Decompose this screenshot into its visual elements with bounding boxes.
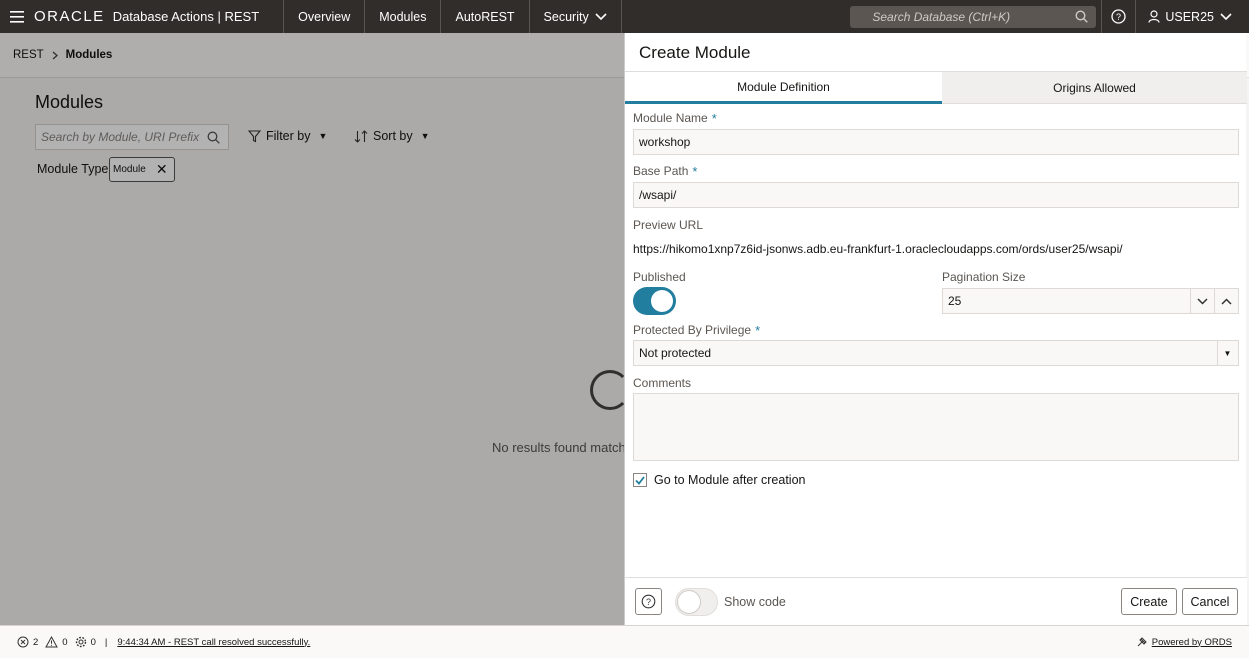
caret-down-icon: ▼ bbox=[1217, 340, 1233, 366]
pagination-size-label: Pagination Size bbox=[942, 270, 1026, 284]
database-search-input[interactable]: Search Database (Ctrl+K) bbox=[850, 5, 1097, 28]
privilege-value: Not protected bbox=[639, 346, 712, 360]
privilege-label-text: Protected By Privilege bbox=[633, 323, 752, 337]
drawer-footer: ? Show code Create Cancel bbox=[625, 577, 1247, 625]
base-path-label-text: Base Path bbox=[633, 164, 689, 178]
drawer-title: Create Module bbox=[639, 43, 751, 62]
database-search-placeholder: Search Database (Ctrl+K) bbox=[872, 9, 1011, 24]
user-icon bbox=[1148, 10, 1160, 23]
nav-autorest[interactable]: AutoREST bbox=[441, 0, 530, 33]
nav-security-label: Security bbox=[543, 9, 589, 24]
top-bar: ORACLE Database Actions | REST Overview … bbox=[0, 0, 1249, 33]
warning-count-value: 0 bbox=[62, 636, 68, 648]
create-button-label: Create bbox=[1130, 594, 1168, 609]
tab-module-definition-label: Module Definition bbox=[737, 79, 830, 94]
search-icon bbox=[1075, 10, 1089, 23]
help-icon: ? bbox=[641, 594, 656, 609]
oracle-logo: ORACLE bbox=[34, 8, 105, 25]
preview-url-label: Preview URL bbox=[633, 218, 704, 232]
create-button[interactable]: Create bbox=[1121, 588, 1177, 615]
toggle-knob bbox=[651, 290, 673, 312]
error-icon bbox=[17, 636, 29, 648]
increment-button[interactable] bbox=[1214, 289, 1238, 313]
required-mark: * bbox=[692, 164, 698, 179]
brand: ORACLE Database Actions | REST bbox=[34, 0, 285, 33]
checkmark-icon bbox=[635, 475, 645, 485]
nav-security[interactable]: Security bbox=[530, 0, 622, 33]
tab-origins-allowed-label: Origins Allowed bbox=[1053, 80, 1136, 95]
nav-overview-label: Overview bbox=[298, 9, 351, 24]
chevron-down-icon bbox=[1220, 12, 1232, 20]
error-count-value: 2 bbox=[33, 636, 39, 648]
published-toggle[interactable] bbox=[633, 287, 676, 315]
svg-text:?: ? bbox=[1116, 12, 1121, 22]
preview-url-value: https://hikomo1xnp7z6id-jsonws.adb.eu-fr… bbox=[633, 242, 1123, 256]
warning-icon bbox=[45, 636, 59, 648]
user-menu-button[interactable]: USER25 bbox=[1135, 0, 1249, 33]
comments-label: Comments bbox=[633, 376, 692, 390]
decrement-button[interactable] bbox=[1190, 289, 1214, 313]
goto-module-checkbox[interactable] bbox=[633, 473, 647, 487]
svg-text:?: ? bbox=[646, 597, 651, 607]
powered-by-link[interactable]: Powered by ORDS bbox=[1136, 636, 1232, 648]
module-name-input[interactable]: workshop bbox=[633, 129, 1239, 155]
menu-icon[interactable] bbox=[0, 0, 34, 33]
module-name-label-text: Module Name bbox=[633, 111, 708, 125]
show-code-toggle[interactable] bbox=[675, 588, 718, 616]
settings-count[interactable]: 0 bbox=[75, 636, 96, 648]
cancel-button[interactable]: Cancel bbox=[1182, 588, 1238, 615]
ords-icon bbox=[1137, 637, 1147, 647]
goto-module-checkbox-row[interactable]: Go to Module after creation bbox=[633, 473, 805, 487]
base-path-input[interactable]: /wsapi/ bbox=[633, 182, 1239, 208]
modal-overlay[interactable] bbox=[0, 33, 624, 625]
nav-modules-label: Modules bbox=[379, 9, 427, 24]
help-icon: ? bbox=[1111, 9, 1127, 24]
chevron-up-icon bbox=[1221, 297, 1232, 305]
tab-origins-allowed[interactable]: Origins Allowed bbox=[942, 72, 1247, 104]
base-path-label: Base Path * bbox=[633, 164, 697, 179]
gear-icon bbox=[75, 636, 86, 648]
pagination-size-input[interactable]: 25 bbox=[942, 288, 1239, 314]
help-button[interactable]: ? bbox=[1101, 0, 1135, 33]
toggle-knob bbox=[677, 590, 701, 614]
module-name-label: Module Name * bbox=[633, 111, 717, 126]
chevron-down-icon bbox=[595, 12, 607, 20]
published-label: Published bbox=[633, 270, 686, 284]
base-path-value: /wsapi/ bbox=[639, 188, 677, 202]
nav-modules[interactable]: Modules bbox=[365, 0, 442, 33]
privilege-select[interactable]: Not protected ▼ bbox=[633, 340, 1239, 366]
tab-module-definition[interactable]: Module Definition bbox=[625, 72, 942, 104]
chevron-down-icon bbox=[1197, 297, 1208, 305]
user-name: USER25 bbox=[1165, 9, 1214, 24]
powered-by-label: Powered by ORDS bbox=[1151, 636, 1232, 648]
module-name-value: workshop bbox=[639, 135, 691, 149]
show-code-label: Show code bbox=[724, 595, 786, 609]
cancel-button-label: Cancel bbox=[1190, 594, 1230, 609]
required-mark: * bbox=[755, 323, 761, 338]
settings-count-value: 0 bbox=[90, 636, 96, 648]
drawer-tabs: Module Definition Origins Allowed bbox=[625, 71, 1247, 104]
app-name: Database Actions | REST bbox=[112, 9, 260, 24]
warning-count[interactable]: 0 bbox=[45, 636, 68, 648]
status-message[interactable]: 9:44:34 AM - REST call resolved successf… bbox=[117, 637, 310, 648]
comments-textarea[interactable] bbox=[633, 393, 1239, 461]
privilege-label: Protected By Privilege * bbox=[633, 323, 760, 338]
footer-help-button[interactable]: ? bbox=[635, 588, 662, 615]
status-separator: | bbox=[104, 636, 108, 648]
error-count[interactable]: 2 bbox=[17, 636, 38, 648]
pagination-size-value: 25 bbox=[948, 294, 962, 308]
create-module-drawer: Create Module Module Definition Origins … bbox=[624, 33, 1247, 625]
nav-autorest-label: AutoREST bbox=[455, 9, 515, 24]
goto-module-label: Go to Module after creation bbox=[654, 473, 806, 487]
required-mark: * bbox=[711, 111, 717, 126]
nav-overview[interactable]: Overview bbox=[284, 0, 366, 33]
status-bar: 2 0 0 | 9:44:34 AM - REST call resolved … bbox=[0, 625, 1249, 658]
